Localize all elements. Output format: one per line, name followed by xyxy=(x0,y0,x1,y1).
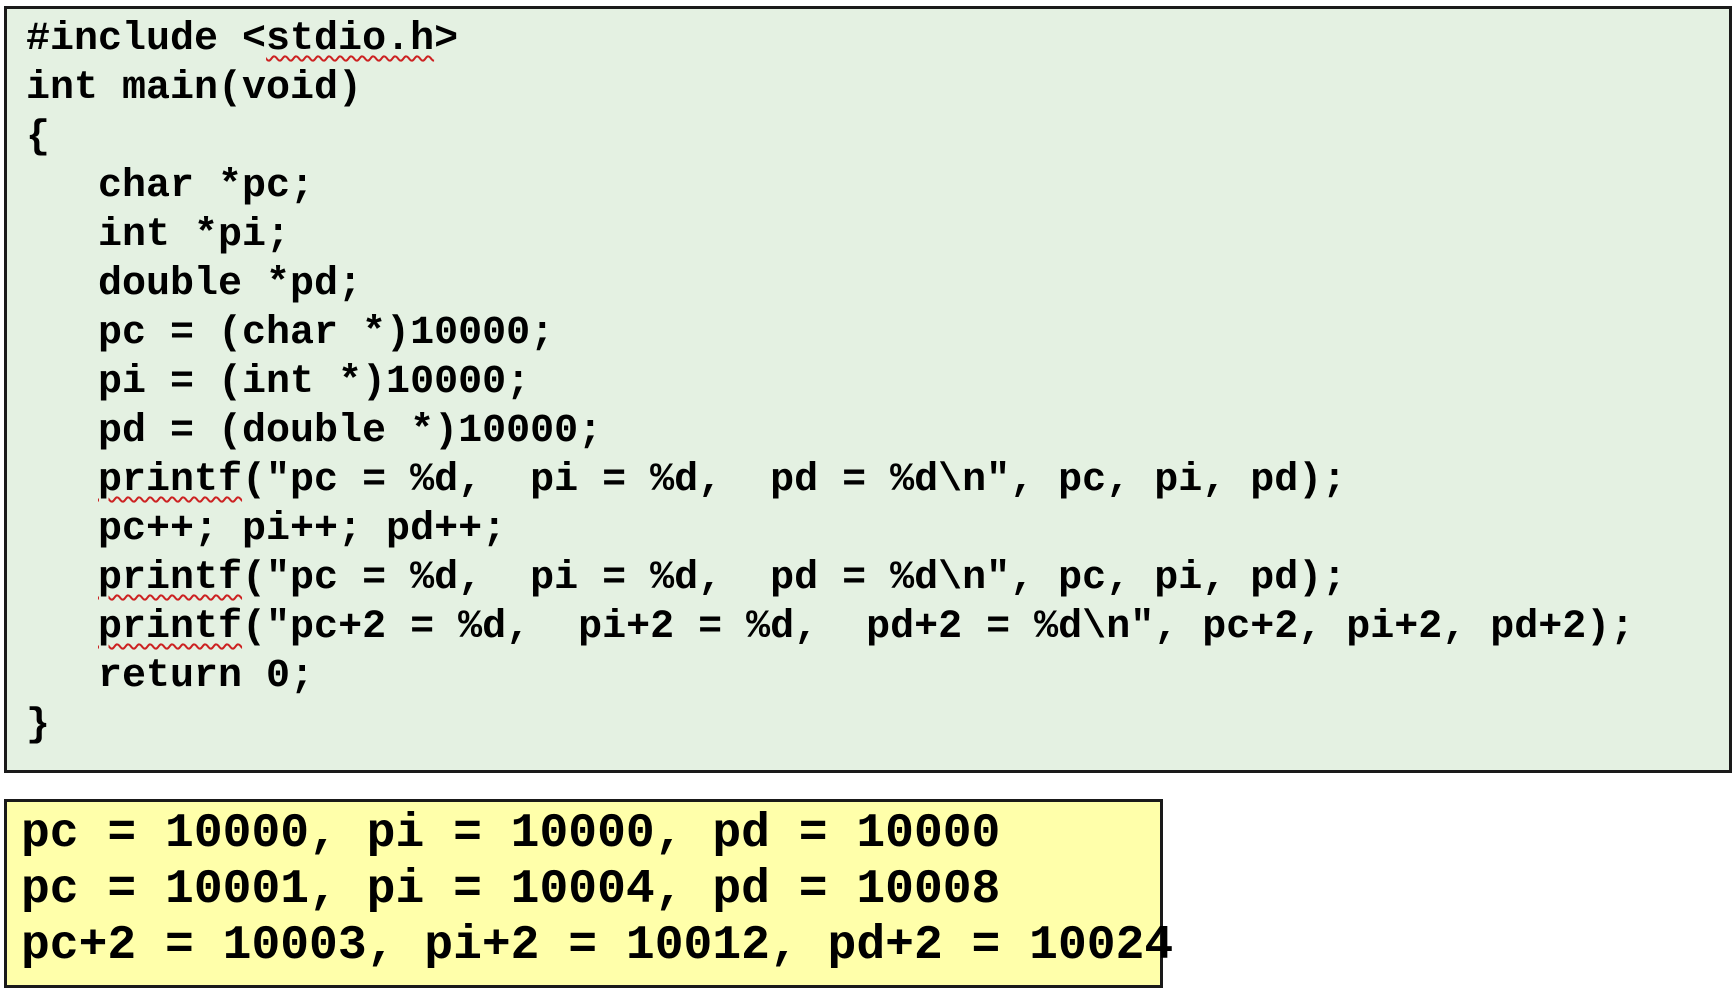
code-text: ("pc+2 = %d, pi+2 = %d, pd+2 = %d\n", pc… xyxy=(242,605,1635,650)
output-panel: pc = 10000, pi = 10000, pd = 10000 pc = … xyxy=(4,799,1173,988)
code-line-decl-pi: int *pi; xyxy=(26,211,290,260)
code-line-printf-2: printf("pc = %d, pi = %d, pd = %d\n", pc… xyxy=(26,554,1346,603)
code-text: char *pc; xyxy=(26,164,315,209)
output-line: pc = 10001, pi = 10004, pd = 10008 xyxy=(21,863,1001,917)
code-text: pd = (double *)10000; xyxy=(26,409,603,454)
code-line-include: #include <stdio.h> xyxy=(26,15,458,64)
spellcheck-squiggle: printf xyxy=(98,458,243,503)
output-line: pc+2 = 10003, pi+2 = 10012, pd+2 = 10024 xyxy=(21,919,1174,973)
code-line-open-brace: { xyxy=(26,113,50,162)
code-text: { xyxy=(26,115,51,160)
code-text: pc++; pi++; pd++; xyxy=(26,507,507,552)
spellcheck-squiggle: printf xyxy=(98,556,243,601)
code-text: double *pd; xyxy=(26,262,363,307)
code-line-decl-pc: char *pc; xyxy=(26,162,314,211)
code-line-printf-1: printf("pc = %d, pi = %d, pd = %d\n", pc… xyxy=(26,456,1346,505)
code-line-assign-pd: pd = (double *)10000; xyxy=(26,407,602,456)
code-text: > xyxy=(434,17,459,62)
code-line-return: return 0; xyxy=(26,652,314,701)
code-line-close-brace: } xyxy=(26,701,50,750)
code-text: #include < xyxy=(26,17,267,62)
spellcheck-squiggle: stdio.h xyxy=(266,17,435,62)
code-line-printf-3: printf("pc+2 = %d, pi+2 = %d, pd+2 = %d\… xyxy=(26,603,1634,652)
output-line: pc = 10000, pi = 10000, pd = 10000 xyxy=(21,807,1001,861)
code-text: return 0; xyxy=(26,654,315,699)
spellcheck-squiggle: printf xyxy=(98,605,243,650)
code-text: int *pi; xyxy=(26,213,291,258)
code-line-assign-pc: pc = (char *)10000; xyxy=(26,309,554,358)
code-text: pc = (char *)10000; xyxy=(26,311,555,356)
code-line-decl-pd: double *pd; xyxy=(26,260,362,309)
code-text: pi = (int *)10000; xyxy=(26,360,531,405)
code-line-increment: pc++; pi++; pd++; xyxy=(26,505,506,554)
code-text: ("pc = %d, pi = %d, pd = %d\n", pc, pi, … xyxy=(242,556,1347,601)
code-text: ("pc = %d, pi = %d, pd = %d\n", pc, pi, … xyxy=(242,458,1347,503)
code-line-main: int main(void) xyxy=(26,64,362,113)
code-text: int main(void) xyxy=(26,66,363,111)
code-text: } xyxy=(26,703,51,748)
code-line-assign-pi: pi = (int *)10000; xyxy=(26,358,530,407)
code-panel: #include <stdio.h> int main(void) { char… xyxy=(4,6,1732,773)
